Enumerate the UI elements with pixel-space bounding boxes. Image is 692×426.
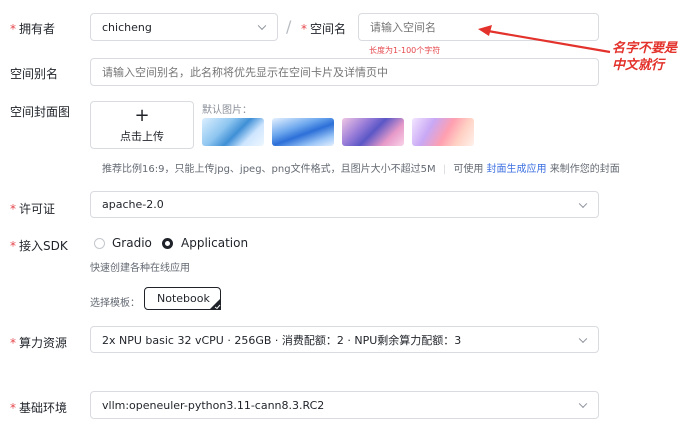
chevron-down-icon [257, 21, 267, 31]
chevron-down-icon [578, 334, 588, 343]
env-select-value: vllm:openeuler-python3.11-cann8.3.RC2 [102, 398, 325, 412]
annotation-line-2: 中文就行 [612, 58, 665, 73]
chevron-down-icon [578, 199, 588, 208]
required-star: * [301, 22, 307, 36]
env-select[interactable]: vllm:openeuler-python3.11-cann8.3.RC2 [90, 391, 599, 419]
radio-application[interactable] [162, 238, 173, 249]
required-star: * [10, 22, 16, 36]
sdk-label: * 接入SDK [10, 237, 68, 254]
annotation-arrow [478, 25, 611, 54]
cover-hint: 推荐比例16:9，只能上传jpg、jpeg、png文件格式，且图片大小不超过5M… [102, 160, 620, 175]
space-name-label: * 空间名 [301, 20, 346, 37]
cover-label: 空间封面图 [10, 105, 71, 119]
alias-input[interactable] [90, 58, 599, 86]
template-label: 选择模板： [90, 298, 140, 309]
radio-gradio-label[interactable]: Gradio [112, 236, 152, 250]
env-label-text: 基础环境 [19, 401, 68, 415]
compute-select[interactable]: 2x NPU basic 32 vCPU · 256GB · 消费配额：2 · … [90, 326, 599, 353]
owner-select-value: chicheng [102, 20, 152, 34]
radio-application-label[interactable]: Application [181, 236, 248, 250]
cover-hint-suffix: 来制作您的封面 [549, 164, 620, 175]
required-star: * [10, 401, 16, 415]
alias-label: 空间别名 [10, 67, 59, 81]
radio-gradio[interactable] [94, 238, 105, 249]
compute-label-text: 算力资源 [19, 336, 68, 350]
owner-separator: / [286, 17, 292, 36]
hint-divider: | [442, 164, 447, 175]
cover-thumbnail-3[interactable] [342, 118, 404, 146]
owner-label: * 拥有者 [10, 20, 55, 37]
compute-label: * 算力资源 [10, 334, 67, 351]
cover-thumbnail-1[interactable] [202, 118, 264, 146]
upload-label: 点击上传 [120, 130, 164, 143]
required-star: * [10, 336, 16, 350]
cover-hint-prefix: 可使用 [453, 164, 484, 175]
license-label: * 许可证 [10, 200, 55, 217]
check-corner-icon [209, 298, 221, 310]
plus-icon: + [134, 105, 150, 126]
space-name-length-hint: 长度为1-100个字符 [369, 46, 441, 55]
compute-select-value: 2x NPU basic 32 vCPU · 256GB · 消费配额：2 · … [102, 333, 462, 347]
annotation-note: 名字不要是 中文就行 [612, 40, 677, 74]
license-select[interactable]: apache-2.0 [90, 191, 599, 218]
default-images-label: 默认图片： [202, 105, 252, 116]
cover-thumbnail-4[interactable] [412, 118, 474, 146]
sdk-description: 快速创建各种在线应用 [90, 263, 190, 274]
required-star: * [10, 202, 16, 216]
chevron-down-icon [578, 399, 588, 409]
template-notebook-button[interactable]: Notebook [144, 287, 221, 310]
sdk-label-text: 接入SDK [19, 239, 68, 253]
env-label: * 基础环境 [10, 399, 67, 416]
license-label-text: 许可证 [19, 202, 56, 216]
cover-thumbnail-2[interactable] [272, 118, 334, 146]
required-star: * [10, 239, 16, 253]
upload-button[interactable]: + 点击上传 [90, 101, 194, 149]
owner-select[interactable]: chicheng [90, 13, 278, 41]
license-select-value: apache-2.0 [102, 198, 164, 211]
space-name-label-text: 空间名 [310, 22, 347, 36]
owner-label-text: 拥有者 [19, 22, 56, 36]
template-notebook-label: Notebook [157, 292, 210, 305]
annotation-line-1: 名字不要是 [612, 41, 678, 56]
cover-hint-text: 推荐比例16:9，只能上传jpg、jpeg、png文件格式，且图片大小不超过5M [102, 164, 436, 175]
cover-generator-link[interactable]: 封面生成应用 [487, 164, 547, 175]
